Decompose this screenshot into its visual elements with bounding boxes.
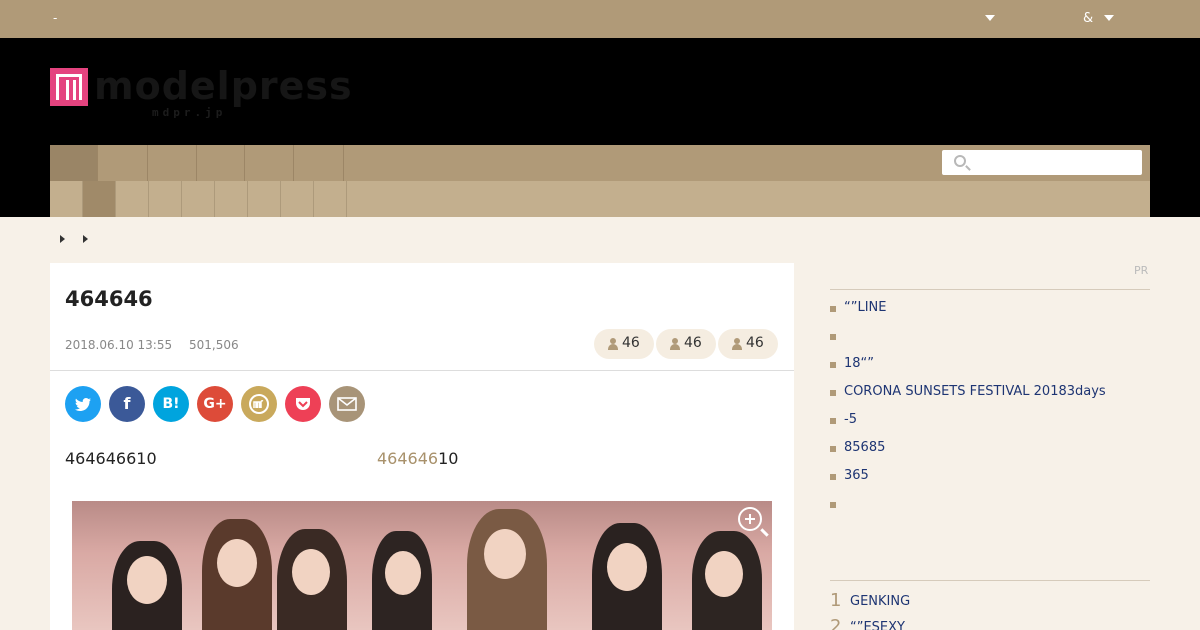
search-input[interactable] bbox=[974, 153, 1134, 172]
article-title: 464646 bbox=[65, 287, 153, 311]
bullet-icon bbox=[830, 334, 836, 340]
facebook-icon: f bbox=[123, 394, 131, 413]
photo-face bbox=[292, 549, 330, 595]
share-hatena-button[interactable]: B! bbox=[153, 386, 189, 422]
ranking-number: 2 bbox=[830, 616, 842, 630]
divider bbox=[50, 370, 794, 371]
subnav-item[interactable] bbox=[116, 181, 149, 217]
article-date: 2018.06.10 13:55 bbox=[65, 338, 173, 352]
share-twitter-button[interactable] bbox=[65, 386, 101, 422]
subnav-item[interactable] bbox=[215, 181, 248, 217]
bullet-icon bbox=[830, 362, 836, 368]
subnav-item[interactable] bbox=[83, 181, 116, 217]
divider bbox=[830, 289, 1150, 290]
topbar-menu-label[interactable]: & bbox=[1083, 11, 1093, 26]
photo-face bbox=[607, 543, 647, 591]
pr-list-item-label: “”LINE bbox=[844, 300, 887, 315]
mdpr-icon bbox=[249, 394, 269, 414]
hatena-icon: B! bbox=[162, 396, 180, 412]
pr-list-item-label: 18“” bbox=[844, 356, 875, 371]
artist-tag-label: 46 bbox=[684, 335, 702, 351]
photo-face bbox=[217, 539, 257, 587]
article-lead-text: 464646610 bbox=[65, 449, 157, 468]
topbar-left-text[interactable]: - bbox=[53, 11, 57, 25]
pr-list-item-label: 85685 bbox=[844, 440, 886, 455]
ranking-label: “”ESEXY bbox=[850, 620, 905, 630]
logo-wordmark: modelpress bbox=[94, 64, 353, 108]
logo-mark-icon bbox=[50, 68, 88, 106]
person-icon bbox=[670, 338, 680, 350]
nav-item[interactable] bbox=[294, 145, 344, 181]
pr-list-item-label: -5 bbox=[844, 412, 857, 427]
article-lead-continued: 46464610 bbox=[377, 449, 458, 468]
artist-tag[interactable]: 46 bbox=[656, 329, 716, 359]
person-icon bbox=[732, 338, 742, 350]
top-utility-bar: - & bbox=[0, 0, 1200, 38]
bullet-icon bbox=[830, 418, 836, 424]
share-mdpr-button[interactable] bbox=[241, 386, 277, 422]
search-box[interactable] bbox=[942, 150, 1142, 175]
chevron-right-icon[interactable] bbox=[60, 235, 65, 243]
nav-item[interactable] bbox=[50, 145, 98, 181]
share-googleplus-button[interactable]: G+ bbox=[197, 386, 233, 422]
article-lead-suffix: 10 bbox=[438, 449, 459, 468]
article-card: 464646 2018.06.10 13:55 501,506 46 46 46… bbox=[50, 263, 794, 630]
nav-item[interactable] bbox=[98, 145, 148, 181]
bullet-icon bbox=[830, 446, 836, 452]
subnav-item[interactable] bbox=[248, 181, 281, 217]
photo-face bbox=[705, 551, 743, 597]
nav-item[interactable] bbox=[148, 145, 197, 181]
divider bbox=[830, 580, 1150, 581]
subnav-item[interactable] bbox=[281, 181, 314, 217]
share-facebook-button[interactable]: f bbox=[109, 386, 145, 422]
search-icon[interactable] bbox=[954, 155, 966, 167]
secondary-nav bbox=[50, 181, 1150, 217]
share-pocket-button[interactable] bbox=[285, 386, 321, 422]
bullet-icon bbox=[830, 390, 836, 396]
pr-label: PR bbox=[1134, 264, 1149, 277]
photo-face bbox=[385, 551, 421, 595]
photo-face bbox=[484, 529, 526, 579]
pocket-icon bbox=[296, 398, 310, 410]
article-inline-link[interactable]: 464646 bbox=[377, 449, 438, 468]
article-photo[interactable] bbox=[72, 501, 772, 630]
site-header: modelpress mdpr.jp bbox=[0, 38, 1200, 217]
chevron-down-icon[interactable] bbox=[985, 15, 995, 21]
subnav-item[interactable] bbox=[314, 181, 347, 217]
bullet-icon bbox=[830, 502, 836, 508]
artist-tag-label: 46 bbox=[622, 335, 640, 351]
article-view-count: 501,506 bbox=[189, 338, 239, 352]
googleplus-icon: G+ bbox=[203, 396, 227, 412]
chevron-down-icon[interactable] bbox=[1104, 15, 1114, 21]
ranking-label: GENKING bbox=[850, 594, 911, 609]
nav-item[interactable] bbox=[197, 145, 245, 181]
logo-subtitle: mdpr.jp bbox=[152, 106, 227, 119]
photo-face bbox=[127, 556, 167, 604]
artist-tag[interactable]: 46 bbox=[718, 329, 778, 359]
subnav-item[interactable] bbox=[50, 181, 83, 217]
subnav-item[interactable] bbox=[182, 181, 215, 217]
chevron-right-icon[interactable] bbox=[83, 235, 88, 243]
pr-list-item-label: 365 bbox=[844, 468, 869, 483]
subnav-item[interactable] bbox=[149, 181, 182, 217]
twitter-bird-icon bbox=[75, 398, 91, 411]
artist-tag[interactable]: 46 bbox=[594, 329, 654, 359]
artist-tag-label: 46 bbox=[746, 335, 764, 351]
bullet-icon bbox=[830, 306, 836, 312]
zoom-in-icon[interactable] bbox=[738, 507, 769, 537]
mail-icon bbox=[337, 397, 357, 411]
share-mail-button[interactable] bbox=[329, 386, 365, 422]
bullet-icon bbox=[830, 474, 836, 480]
primary-nav bbox=[50, 145, 1150, 181]
person-icon bbox=[608, 338, 618, 350]
ranking-number: 1 bbox=[830, 590, 842, 611]
nav-item[interactable] bbox=[245, 145, 294, 181]
pr-list-item-label: CORONA SUNSETS FESTIVAL 20183days bbox=[844, 384, 1106, 399]
